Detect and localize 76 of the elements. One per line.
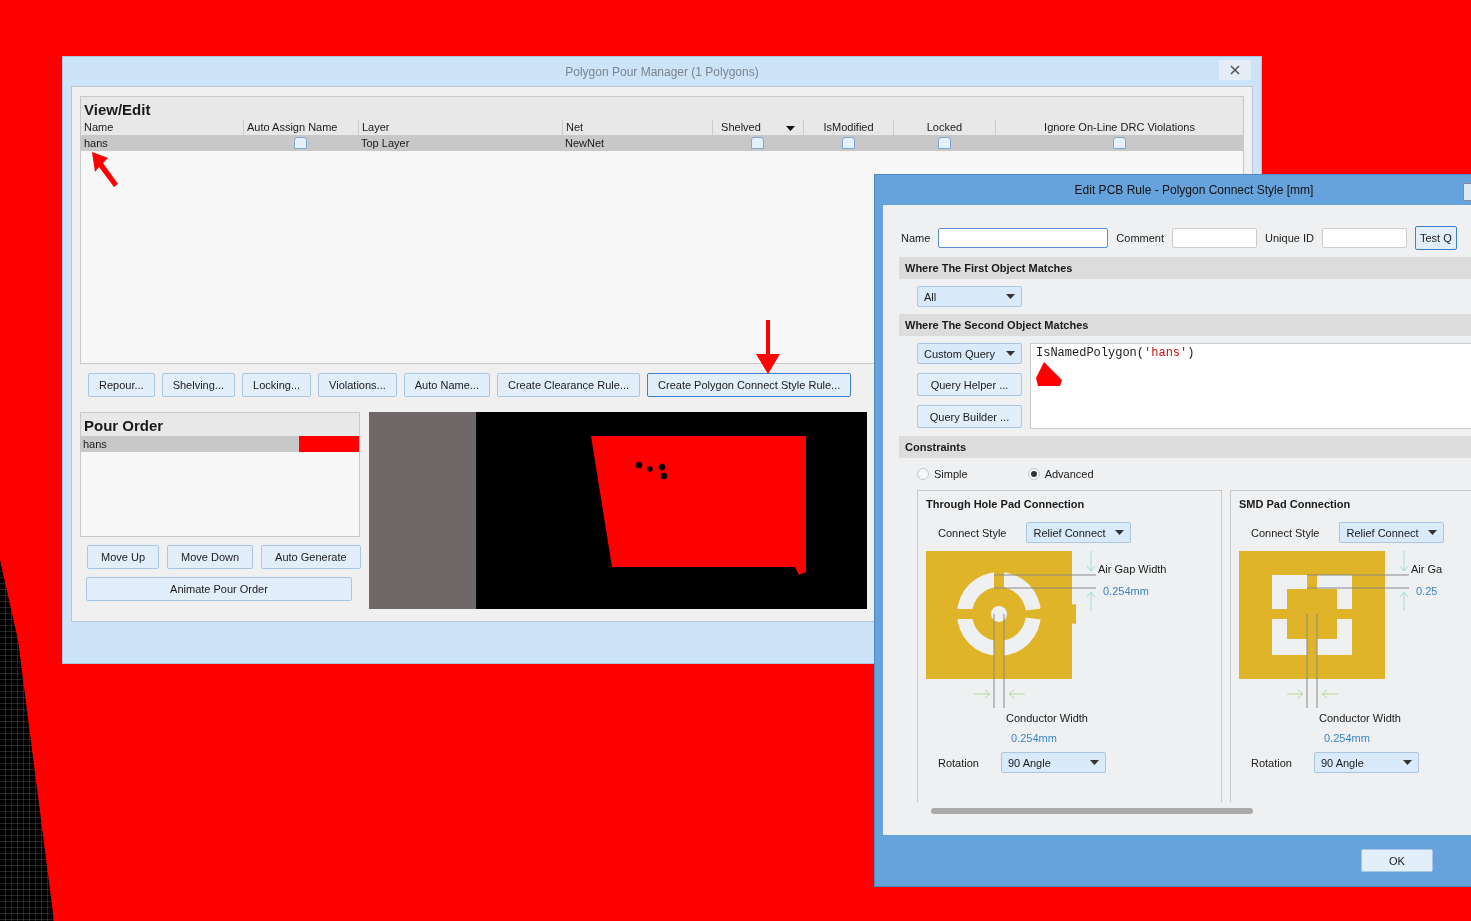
field-label: Air Gap Width	[1098, 563, 1167, 575]
section-heading: Where The First Object Matches	[899, 257, 1471, 279]
action-button[interactable]: Create Clearance Rule...	[497, 373, 641, 397]
checkbox[interactable]	[937, 137, 951, 149]
radio-button[interactable]	[917, 468, 929, 480]
field-label: Connect Style	[938, 526, 1007, 539]
checkbox[interactable]	[1112, 137, 1126, 149]
field-label: Conductor Width	[1319, 712, 1402, 724]
dropdown-caret-icon	[1090, 760, 1099, 765]
annotation-arrow-icon	[754, 318, 782, 374]
dropdown-caret-icon	[1006, 351, 1015, 356]
sort-caret-icon	[785, 126, 795, 131]
object-dropdown[interactable]: Custom Query	[917, 343, 1022, 364]
action-button[interactable]: Shelving...	[161, 373, 235, 397]
action-button[interactable]: Create Polygon Connect Style Rule...	[647, 373, 852, 397]
field-label: Air Ga	[1411, 563, 1443, 575]
text-field[interactable]	[1172, 228, 1258, 248]
rotation-dropdown[interactable]: 90 Angle	[1001, 752, 1106, 773]
window-title: Polygon Pour Manager (1 Polygons)	[565, 64, 759, 79]
rotation-dropdown[interactable]: 90 Angle	[1314, 752, 1419, 773]
annotation-arrow-icon	[1034, 360, 1064, 388]
object-dropdown[interactable]: All	[917, 286, 1022, 307]
dialog-title: Edit PCB Rule - Polygon Connect Style [mm]	[1074, 183, 1314, 197]
checkbox[interactable]	[751, 137, 764, 149]
conductor-width-value: 0.254mm	[1010, 732, 1058, 744]
checkbox[interactable]	[294, 137, 307, 149]
field-label: Comment	[1116, 232, 1165, 244]
action-button[interactable]: Repour...	[88, 373, 155, 397]
connect-style-dropdown[interactable]: Relief Connect	[1026, 522, 1132, 543]
field-label: Name	[901, 232, 931, 244]
field-label: Connect Style	[1251, 526, 1320, 539]
conductor-width-value: 0.254mm	[1323, 732, 1371, 744]
pour-order-item[interactable]: hans	[81, 436, 359, 452]
action-button[interactable]: Locking...	[242, 373, 312, 397]
ok-button[interactable]: OK	[1361, 849, 1433, 872]
dropdown-caret-icon	[1428, 530, 1438, 535]
action-button[interactable]: Violations...	[318, 373, 397, 397]
section-heading: Where The Second Object Matches	[899, 314, 1471, 336]
annotation-arrow-icon	[90, 150, 120, 188]
section-heading: Constraints	[899, 436, 1471, 458]
air-gap-value: 0.25	[1415, 585, 1439, 597]
table-row[interactable]: hans Top Layer NewNet	[81, 135, 1243, 151]
query-button[interactable]: Query Helper ...	[917, 373, 1022, 396]
section-heading: View/Edit	[81, 97, 1243, 120]
section-heading: Pour Order	[81, 413, 359, 436]
air-gap-value: 0.254mm	[1102, 585, 1150, 597]
order-button[interactable]: Auto Generate	[261, 545, 361, 569]
radio-button[interactable]	[1027, 468, 1040, 480]
query-button[interactable]: Query Builder ...	[917, 405, 1022, 428]
text-field[interactable]	[1321, 228, 1407, 248]
field-label: Conductor Width	[1006, 712, 1089, 724]
scrollbar[interactable]	[931, 808, 1253, 814]
field-label: Rotation	[938, 756, 979, 769]
radio-label: Simple	[934, 468, 968, 480]
checkbox[interactable]	[841, 137, 855, 149]
panel-title: SMD Pad Connection	[1239, 498, 1352, 510]
field-label: Rotation	[1251, 756, 1292, 769]
dropdown-caret-icon	[1006, 294, 1015, 299]
table-cell-text: NewNet	[564, 137, 606, 149]
animate-button[interactable]: Animate Pour Order	[86, 577, 352, 601]
text-field[interactable]	[938, 228, 1109, 248]
column-header[interactable]: Name	[81, 120, 243, 135]
order-button[interactable]: Move Up	[87, 545, 160, 569]
radio-label: Advanced	[1044, 468, 1094, 480]
table-cell-text: hans	[83, 137, 109, 149]
query-editor[interactable]: IsNamedPolygon('hans')	[1030, 343, 1471, 429]
test-query-button[interactable]: Test Q	[1414, 226, 1457, 250]
dropdown-caret-icon	[1115, 530, 1125, 535]
connect-style-dropdown[interactable]: Relief Connect	[1339, 522, 1445, 543]
dropdown-caret-icon	[1403, 760, 1412, 765]
field-label: Unique ID	[1265, 232, 1314, 244]
panel-title: Through Hole Pad Connection	[926, 498, 1086, 510]
close-icon[interactable]	[1219, 60, 1251, 80]
action-button[interactable]: Auto Name...	[403, 373, 490, 397]
order-button[interactable]: Move Down	[167, 545, 254, 569]
table-cell-text: Top Layer	[360, 137, 411, 149]
